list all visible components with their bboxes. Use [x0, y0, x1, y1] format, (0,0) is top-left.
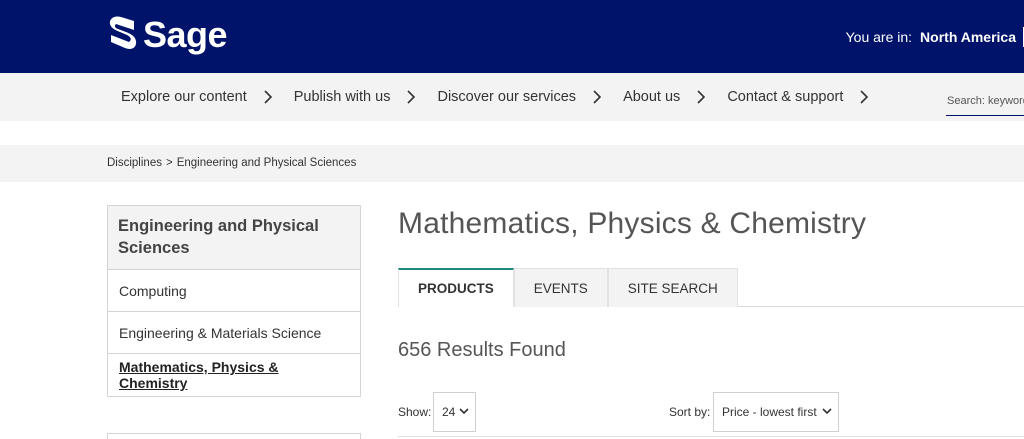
nav-item-about-us[interactable]: About us	[623, 89, 727, 105]
nav-item-label: Contact & support	[727, 89, 844, 105]
top-header: Sage You are in: North America	[0, 0, 1024, 73]
region-value[interactable]: North America	[920, 29, 1016, 45]
logo-text: Sage	[143, 14, 228, 55]
chevron-right-icon	[407, 90, 416, 104]
chevron-down-icon	[459, 408, 469, 415]
show-label: Show:	[398, 405, 432, 419]
sidebar-item-computing[interactable]: Computing	[108, 270, 360, 312]
sort-label: Sort by:	[669, 405, 711, 419]
breadcrumb: Disciplines > Engineering and Physical S…	[107, 157, 356, 169]
breadcrumb-separator: >	[165, 157, 173, 169]
show-per-page-select[interactable]: 24	[433, 392, 476, 432]
region-selector[interactable]: You are in: North America	[846, 27, 1024, 47]
nav-item-contact-support[interactable]: Contact & support	[727, 89, 890, 105]
nav-item-label: Explore our content	[121, 89, 247, 105]
sage-logo[interactable]: Sage	[107, 14, 228, 55]
nav-menu: Explore our content Publish with us Disc…	[121, 73, 890, 121]
region-label: You are in:	[845, 29, 913, 45]
sort-select[interactable]: Price - lowest first	[713, 392, 839, 432]
nav-item-label: Discover our services	[437, 89, 577, 105]
show-per-page-value: 24	[442, 405, 456, 419]
breadcrumb-current[interactable]: Engineering and Physical Sciences	[177, 157, 357, 169]
sidebar-item-mathematics-physics-chemistry[interactable]: Mathematics, Physics & Chemistry	[108, 354, 360, 396]
sidebar-item-engineering-materials-science[interactable]: Engineering & Materials Science	[108, 312, 360, 354]
chevron-right-icon	[860, 90, 869, 104]
chevron-right-icon	[593, 90, 602, 104]
nav-item-publish-with-us[interactable]: Publish with us	[294, 89, 438, 105]
nav-item-label: About us	[623, 89, 681, 105]
results-divider	[398, 436, 1024, 437]
chevron-down-icon	[822, 408, 832, 415]
chevron-right-icon	[264, 90, 272, 104]
page-title: Mathematics, Physics & Chemistry	[398, 207, 867, 240]
tab-site-search[interactable]: SITE SEARCH	[607, 268, 738, 307]
secondary-sidebar-box	[107, 433, 361, 439]
tab-products[interactable]: PRODUCTS	[398, 268, 514, 307]
search-input[interactable]	[946, 86, 1024, 116]
sage-logo-icon	[109, 16, 137, 50]
main-nav: Explore our content Publish with us Disc…	[0, 73, 1024, 121]
chevron-right-icon	[697, 90, 706, 104]
tab-events[interactable]: EVENTS	[513, 268, 608, 307]
sort-value: Price - lowest first	[722, 405, 817, 419]
discipline-sidebar: Engineering and Physical Sciences Comput…	[107, 205, 361, 397]
results-count: 656 Results Found	[398, 339, 566, 361]
breadcrumb-bar: Disciplines > Engineering and Physical S…	[0, 145, 1024, 182]
nav-item-discover-our-services[interactable]: Discover our services	[437, 89, 623, 105]
content-tabs: PRODUCTS EVENTS SITE SEARCH	[398, 268, 738, 307]
nav-item-label: Publish with us	[293, 89, 391, 105]
nav-item-explore-our-content[interactable]: Explore our content	[121, 89, 294, 105]
sidebar-heading[interactable]: Engineering and Physical Sciences	[108, 206, 360, 270]
breadcrumb-disciplines-link[interactable]: Disciplines	[107, 157, 162, 169]
